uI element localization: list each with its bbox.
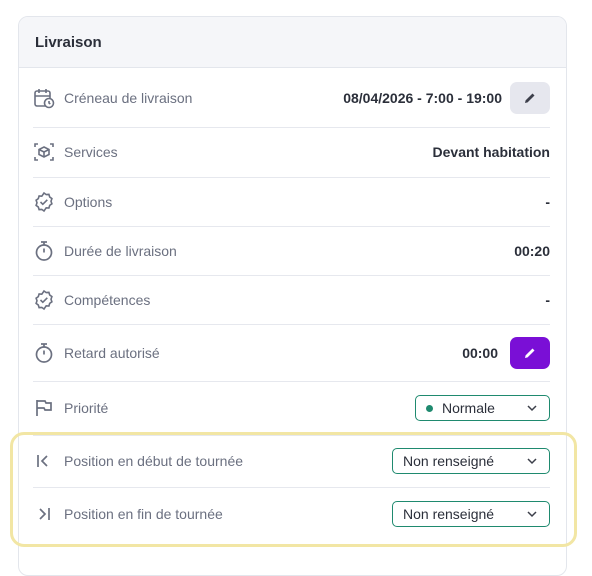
options-value: - <box>545 193 550 210</box>
delivery-slot-value: 08/04/2026 - 7:00 - 19:00 <box>343 89 502 106</box>
edit-delay-button[interactable] <box>510 336 550 369</box>
row-label: Services <box>64 144 118 160</box>
pencil-icon <box>525 93 535 103</box>
row-creneau: Créneau de livraison 08/04/2026 - 7:00 -… <box>33 68 550 128</box>
row-label: Options <box>64 193 113 210</box>
row-duree: Durée de livraison 00:20 <box>33 226 550 276</box>
badge-check-icon <box>33 289 55 311</box>
row-label: Priorité <box>64 400 109 416</box>
card-title: Livraison <box>19 17 566 68</box>
edit-slot-button[interactable] <box>510 81 550 114</box>
status-dot <box>426 404 433 412</box>
chevron-down-icon <box>527 458 537 465</box>
row-label: Créneau de livraison <box>64 89 193 106</box>
services-value: Devant habitation <box>432 144 550 160</box>
row-position-fin: Position en fin de tournée Non renseigné <box>33 487 550 541</box>
end-position-select[interactable]: Non renseigné <box>392 501 550 527</box>
row-label: Position en fin de tournée <box>64 506 223 522</box>
stopwatch-icon <box>33 342 55 364</box>
row-label: Compétences <box>64 291 151 308</box>
row-retard: Retard autorisé 00:00 <box>33 324 550 382</box>
row-options: Options - <box>33 177 550 227</box>
priority-select[interactable]: Normale <box>415 395 550 421</box>
start-position-select[interactable]: Non renseigné <box>392 448 550 474</box>
first-position-icon <box>33 450 55 472</box>
chevron-down-icon <box>527 405 537 412</box>
last-position-icon <box>33 503 55 525</box>
row-label: Retard autorisé <box>64 344 160 361</box>
allowed-delay-value: 00:00 <box>462 344 498 361</box>
badge-check-icon <box>33 191 55 213</box>
row-services: Services Devant habitation <box>33 127 550 178</box>
skills-value: - <box>545 291 550 308</box>
box-scan-icon <box>33 141 55 163</box>
row-label: Position en début de tournée <box>64 453 244 469</box>
row-position-debut: Position en début de tournée Non renseig… <box>33 435 550 488</box>
duration-value: 00:20 <box>514 242 550 259</box>
row-priorite: Priorité Normale <box>33 381 550 436</box>
priority-value: Normale <box>442 400 495 416</box>
chevron-down-icon <box>527 511 537 518</box>
stopwatch-icon <box>33 240 55 262</box>
calendar-clock-icon <box>33 87 55 109</box>
delivery-card: Livraison Créneau de livraison 08/04/202… <box>18 16 567 576</box>
start-position-value: Non renseigné <box>403 453 495 469</box>
flag-icon <box>33 397 55 419</box>
row-competences: Compétences - <box>33 275 550 325</box>
end-position-value: Non renseigné <box>403 506 495 522</box>
pencil-icon <box>525 348 535 358</box>
row-label: Durée de livraison <box>64 242 177 259</box>
